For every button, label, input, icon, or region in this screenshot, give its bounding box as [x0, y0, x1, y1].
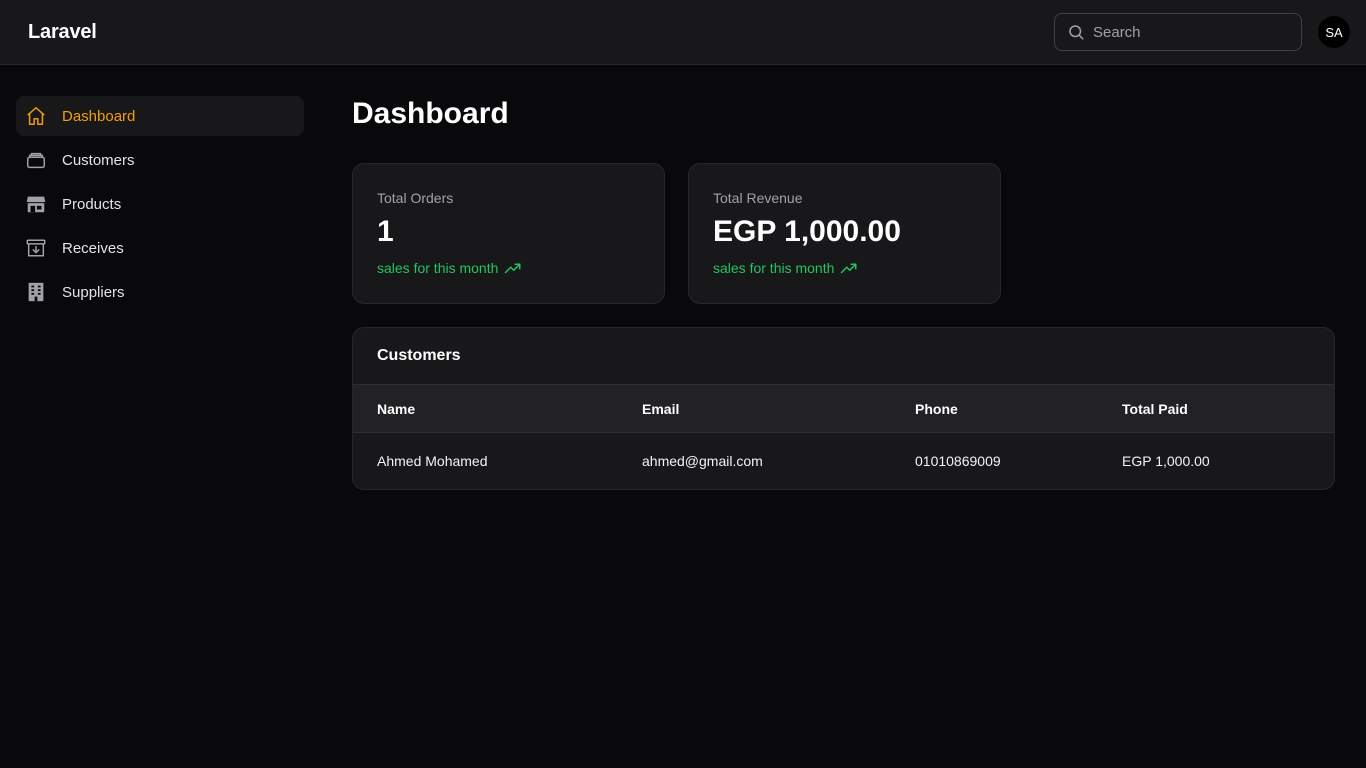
sidebar-item-label: Dashboard: [62, 107, 136, 125]
table-title: Customers: [377, 347, 461, 364]
archive-in-icon: [24, 236, 48, 260]
sidebar-item-label: Customers: [62, 151, 135, 169]
building-icon: [24, 280, 48, 304]
stats-row: Total Orders 1 sales for this month Tota…: [352, 163, 1335, 304]
trending-up-icon: [505, 263, 521, 274]
page-title: Dashboard: [352, 97, 509, 130]
table-row[interactable]: Ahmed Mohamed ahmed@gmail.com 0101086900…: [353, 433, 1334, 489]
stat-trend-text: sales for this month: [377, 260, 499, 276]
brand-logo[interactable]: Laravel: [28, 21, 97, 44]
search-box[interactable]: [1054, 13, 1302, 51]
cell-email: ahmed@gmail.com: [642, 452, 763, 469]
sidebar-item-label: Receives: [62, 239, 124, 257]
sidebar-item-customers[interactable]: Customers: [16, 140, 304, 180]
table-header-row: Name Email Phone Total Paid: [353, 384, 1334, 433]
search-icon: [1069, 25, 1084, 40]
stat-trend: sales for this month: [713, 260, 976, 276]
column-header-email[interactable]: Email: [618, 385, 891, 433]
main-content: Dashboard Total Orders 1 sales for this …: [352, 96, 1335, 490]
stat-card-total-orders: Total Orders 1 sales for this month: [352, 163, 665, 304]
store-icon: [24, 192, 48, 216]
user-avatar[interactable]: SA: [1318, 16, 1350, 48]
stat-trend-text: sales for this month: [713, 260, 835, 276]
customers-table-card: Customers Name Email Phone Total Paid Ah…: [352, 327, 1335, 490]
sidebar-item-label: Products: [62, 195, 122, 213]
cell-name: Ahmed Mohamed: [377, 452, 488, 469]
stat-card-total-revenue: Total Revenue EGP 1,000.00 sales for thi…: [688, 163, 1001, 304]
top-bar: Laravel SA: [0, 0, 1366, 65]
stat-value: EGP 1,000.00: [713, 215, 901, 248]
stack-icon: [24, 148, 48, 172]
column-header-name[interactable]: Name: [353, 385, 618, 433]
cell-phone: 01010869009: [915, 452, 1001, 469]
search-input[interactable]: [1093, 23, 1289, 41]
sidebar-item-suppliers[interactable]: Suppliers: [16, 272, 304, 312]
column-header-total-paid[interactable]: Total Paid: [1098, 385, 1334, 433]
column-header-phone[interactable]: Phone: [891, 385, 1098, 433]
sidebar-item-dashboard[interactable]: Dashboard: [16, 96, 304, 136]
sidebar: Dashboard Customers Products Receives Su…: [16, 96, 304, 316]
home-icon: [24, 104, 48, 128]
customers-table: Name Email Phone Total Paid Ahmed Mohame…: [353, 384, 1334, 489]
stat-trend: sales for this month: [377, 260, 640, 276]
sidebar-item-products[interactable]: Products: [16, 184, 304, 224]
sidebar-item-label: Suppliers: [62, 283, 125, 301]
sidebar-item-receives[interactable]: Receives: [16, 228, 304, 268]
stat-label: Total Revenue: [713, 190, 803, 206]
cell-total-paid: EGP 1,000.00: [1122, 452, 1210, 469]
stat-label: Total Orders: [377, 190, 454, 206]
trending-up-icon: [841, 263, 857, 274]
top-bar-actions: SA: [1054, 13, 1350, 51]
stat-value: 1: [377, 215, 394, 248]
